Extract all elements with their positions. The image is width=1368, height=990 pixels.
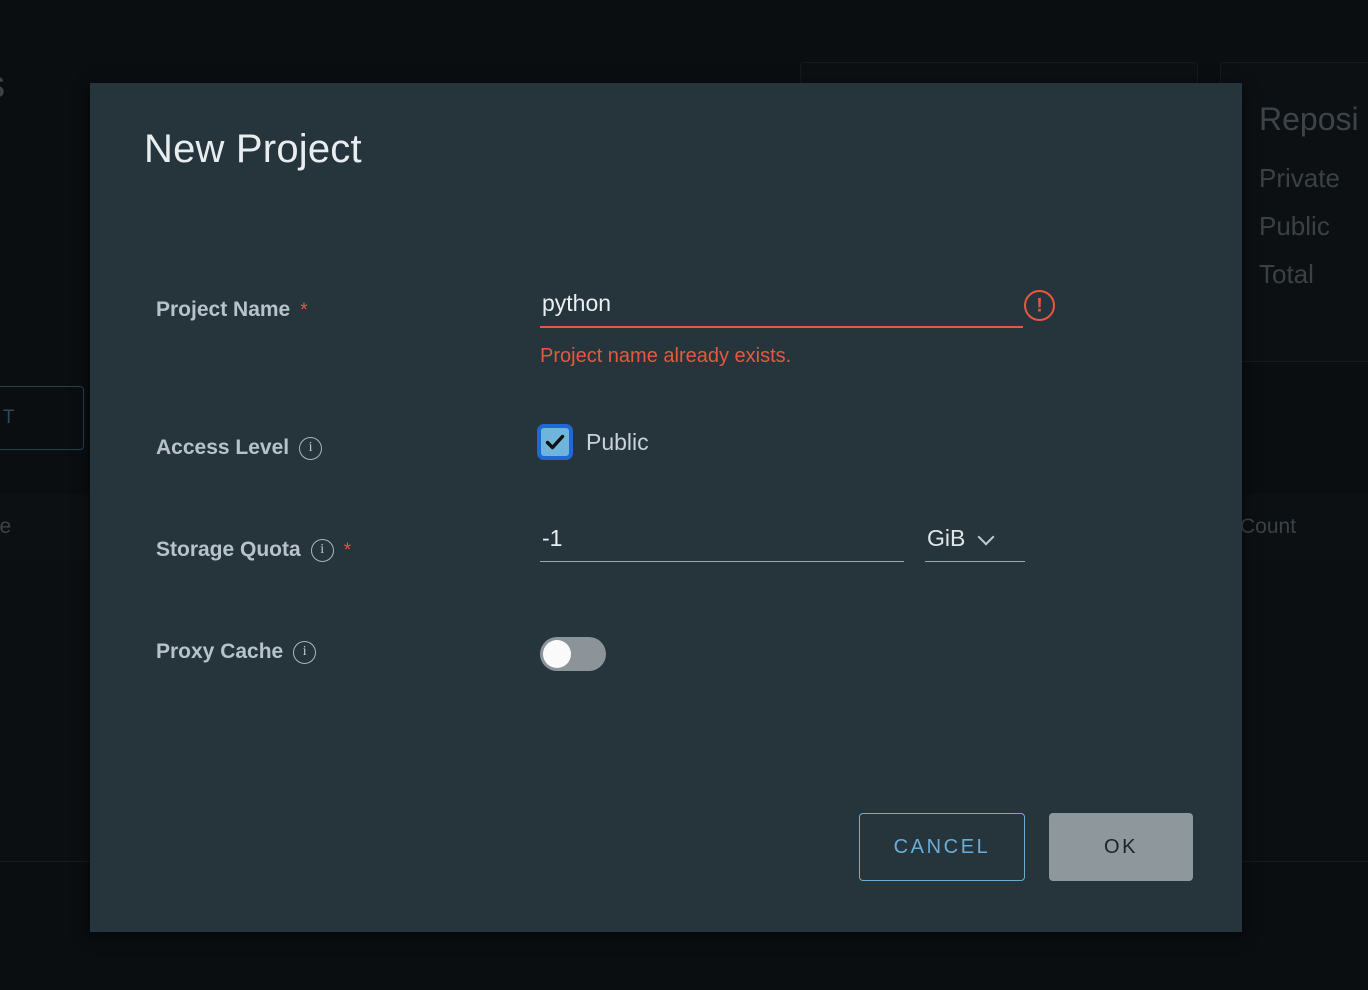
background-card-repositories: Reposi Private Public Total [1220,62,1368,362]
background-card-row-public: Public [1259,211,1330,241]
storage-quota-label: Storage Quota * [156,538,351,562]
info-circle-icon[interactable] [299,436,323,460]
proxy-cache-label: Proxy Cache [156,640,317,664]
new-project-modal: New Project Project Name * Project name … [90,83,1242,932]
required-asterisk: * [343,539,352,561]
storage-quota-input[interactable] [540,525,904,562]
error-exclamation-circle-icon [1024,290,1055,321]
chevron-down-icon [979,531,994,546]
project-name-input[interactable] [540,290,1023,328]
public-checkbox[interactable] [537,424,573,460]
modal-footer: CANCEL OK [90,813,1242,913]
cancel-button[interactable]: CANCEL [859,813,1025,881]
background-page-title: s [0,64,5,107]
proxy-cache-toggle[interactable] [540,637,606,671]
ok-button[interactable]: OK [1049,813,1193,881]
background-card-row-total: Total [1259,259,1314,289]
storage-quota-unit-value: GiB [927,525,966,551]
project-name-label: Project Name * [156,298,308,322]
toggle-knob [543,640,571,668]
background-card-row-private: Private [1259,163,1340,193]
table-header-count: Count [1240,515,1297,538]
table-header-name: me [0,515,12,538]
modal-title: New Project [144,127,362,171]
storage-quota-unit-select[interactable]: GiB [925,525,1025,562]
checkmark-icon [545,434,565,450]
access-level-label-text: Access Level [156,436,290,459]
project-name-error-message: Project name already exists. [540,345,792,367]
storage-quota-label-text: Storage Quota [156,538,301,561]
proxy-cache-label-text: Proxy Cache [156,640,284,663]
background-card-title: Reposi [1259,101,1359,137]
background-new-project-button[interactable]: ECT [0,386,84,450]
info-circle-icon[interactable] [310,538,334,562]
info-circle-icon[interactable] [293,640,317,664]
public-checkbox-label: Public [586,428,649,455]
project-name-label-text: Project Name [156,298,291,321]
required-asterisk: * [300,299,308,321]
public-checkbox-wrapper[interactable]: Public [537,424,649,460]
access-level-label: Access Level [156,436,323,460]
